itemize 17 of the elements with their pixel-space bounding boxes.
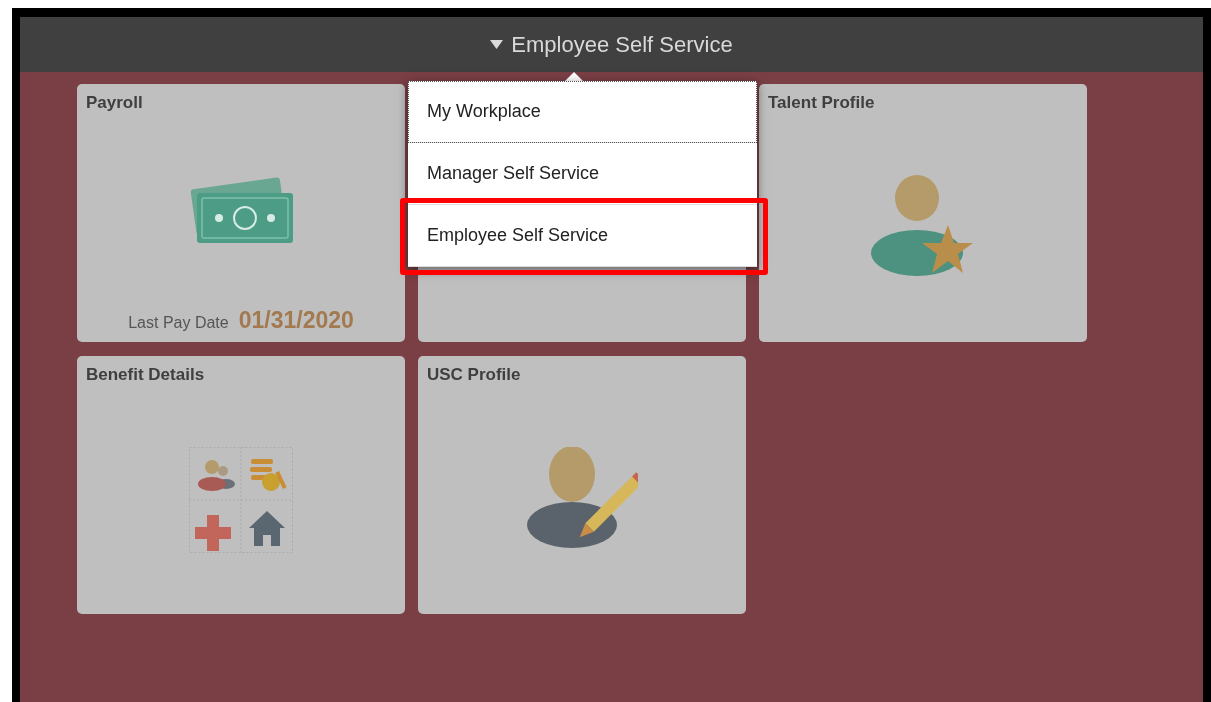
menu-item[interactable]: Employee Self Service	[408, 205, 757, 267]
tile-title: Payroll	[85, 92, 144, 113]
benefits-icon	[189, 446, 293, 553]
tile[interactable]: Benefit Details	[77, 356, 405, 614]
pay-date-label: Last Pay Date	[128, 314, 229, 332]
pay-date-value: 01/31/2020	[238, 307, 354, 334]
menu-item[interactable]: Manager Self Service	[408, 143, 757, 205]
tile[interactable]: Payroll Last Pay Date 01/31/2020	[77, 84, 405, 342]
tile-title: Talent Profile	[767, 92, 876, 113]
tile-title: USC Profile	[426, 364, 522, 385]
caret-icon[interactable]	[490, 40, 504, 49]
money-icon	[189, 175, 293, 245]
tile[interactable]: Talent Profile	[759, 84, 1087, 342]
tile-title: Benefit Details	[85, 364, 206, 385]
tile[interactable]: USC Profile	[418, 356, 746, 614]
header-title[interactable]: Employee Self Service	[511, 31, 733, 58]
menu-item[interactable]: My Workplace	[408, 81, 757, 143]
